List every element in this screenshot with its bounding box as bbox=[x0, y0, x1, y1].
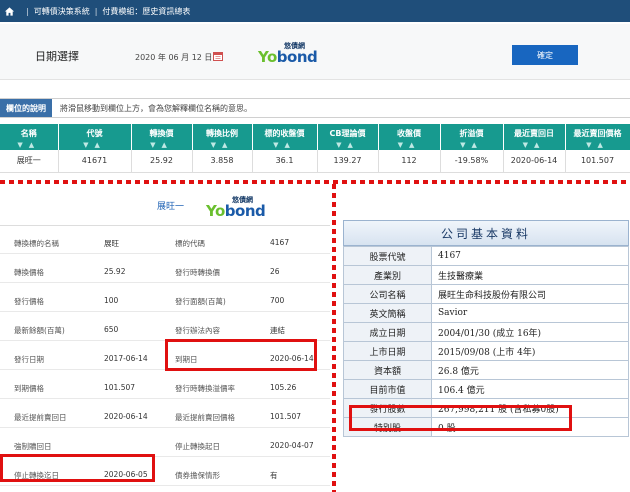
company-row: 股票代號 4167 bbox=[343, 246, 629, 266]
logo-yo-text: Yo bbox=[206, 202, 225, 220]
col-header[interactable]: 最近賣回日 ▼▲ bbox=[503, 124, 566, 150]
bond-table: 名稱 ▼▲ 代號 ▼▲ 轉換價 ▼▲ 轉換比例 ▼▲ 標的收盤價 ▼▲ CB理論價 ▼▲ 收… bbox=[0, 124, 630, 173]
cell-put-price: 101.507 bbox=[565, 150, 630, 173]
date-label: 日期選擇 bbox=[35, 50, 79, 63]
cell-code: 41671 bbox=[58, 150, 132, 173]
col-header[interactable]: 收盤價 ▼▲ bbox=[378, 124, 441, 150]
dotted-divider-vertical bbox=[332, 184, 336, 492]
dotted-divider-horizontal bbox=[0, 180, 630, 184]
company-info-title: 公司基本資料 bbox=[343, 220, 629, 246]
detail-row: 到期價格 101.507 發行時轉換溢價率 105.26 bbox=[0, 375, 330, 399]
date-panel: 日期選擇 2020 年 06 月 12 日 悠債網 Yobond 確定 bbox=[0, 24, 630, 96]
company-row: 上市日期 2015/09/08 (上市 4年) bbox=[343, 341, 629, 361]
logo-bond-text: bond bbox=[276, 48, 318, 66]
column-hint-bar: 欄位的說明 將滑鼠移動到欄位上方，會為您解釋欄位名稱的意思。 bbox=[0, 98, 630, 118]
cell-name[interactable]: 展旺一 bbox=[0, 150, 59, 173]
company-row: 目前市值 106.4 億元 bbox=[343, 379, 629, 399]
highlight-box-stop-conversion bbox=[0, 454, 155, 482]
nav-system-link[interactable]: 可轉債決策系統 bbox=[34, 6, 90, 17]
confirm-button[interactable]: 確定 bbox=[512, 45, 578, 65]
company-row: 產業別 生技醫療業 bbox=[343, 265, 629, 285]
sort-arrows-icon[interactable]: ▼▲ bbox=[132, 141, 192, 149]
top-nav-bar: | 可轉債決策系統 | 付費模組：歷史資訊總表 bbox=[0, 0, 630, 22]
col-header[interactable]: 最近賣回價格 ▼▲ bbox=[565, 124, 630, 150]
home-icon[interactable] bbox=[4, 6, 15, 17]
col-header[interactable]: 名稱 ▼▲ bbox=[0, 124, 59, 150]
detail-row: 轉換價格 25.92 發行時轉換價 26 bbox=[0, 259, 330, 283]
yobond-logo: 悠債網 Yobond bbox=[258, 42, 318, 66]
detail-row: 最近提前賣回日 2020-06-14 最近提前賣回價格 101.507 bbox=[0, 404, 330, 428]
detail-row: 發行價格 100 發行面額(百萬) 700 bbox=[0, 288, 330, 312]
logo-bond-text: bond bbox=[224, 202, 266, 220]
company-row: 公司名稱 展旺生命科技股份有限公司 bbox=[343, 284, 629, 304]
cell-premium: -19.58% bbox=[440, 150, 504, 173]
col-header[interactable]: 轉換比例 ▼▲ bbox=[192, 124, 253, 150]
hint-tag: 欄位的說明 bbox=[0, 99, 52, 117]
sort-arrows-icon[interactable]: ▼▲ bbox=[379, 141, 440, 149]
cell-conversion-price: 25.92 bbox=[131, 150, 193, 173]
sort-arrows-icon[interactable]: ▼▲ bbox=[504, 141, 565, 149]
cell-cb-theory-price: 139.27 bbox=[317, 150, 379, 173]
sort-arrows-icon[interactable]: ▼▲ bbox=[0, 141, 58, 149]
company-row: 資本額 26.8 億元 bbox=[343, 360, 629, 380]
detail-row: 最新餘額(百萬) 650 發行辦法內容 連結 bbox=[0, 317, 330, 341]
prospectus-link[interactable]: 連結 bbox=[270, 325, 285, 336]
sort-arrows-icon[interactable]: ▼▲ bbox=[318, 141, 378, 149]
table-row[interactable]: 展旺一 41671 25.92 3.858 36.1 139.27 112 -1… bbox=[0, 150, 630, 173]
col-header[interactable]: CB理論價 ▼▲ bbox=[317, 124, 379, 150]
sort-arrows-icon[interactable]: ▼▲ bbox=[253, 141, 317, 149]
date-input[interactable]: 2020 年 06 月 12 日 bbox=[135, 52, 212, 63]
nav-separator: | bbox=[26, 6, 29, 16]
col-header[interactable]: 代號 ▼▲ bbox=[58, 124, 132, 150]
company-row: 英文簡稱 Savior bbox=[343, 303, 629, 323]
highlight-box-shares bbox=[349, 405, 572, 431]
yobond-logo: 悠債網 Yobond bbox=[206, 196, 266, 220]
calendar-icon[interactable] bbox=[213, 51, 223, 61]
company-row: 成立日期 2004/01/30 (成立 16年) bbox=[343, 322, 629, 342]
col-header[interactable]: 轉換價 ▼▲ bbox=[131, 124, 193, 150]
highlight-box-maturity bbox=[165, 339, 317, 371]
table-header-row: 名稱 ▼▲ 代號 ▼▲ 轉換價 ▼▲ 轉換比例 ▼▲ 標的收盤價 ▼▲ CB理論價 ▼▲ 收… bbox=[0, 124, 630, 150]
col-header[interactable]: 折溢價 ▼▲ bbox=[440, 124, 504, 150]
sort-arrows-icon[interactable]: ▼▲ bbox=[441, 141, 503, 149]
sort-arrows-icon[interactable]: ▼▲ bbox=[59, 141, 131, 149]
nav-separator: | bbox=[94, 6, 98, 16]
logo-yo-text: Yo bbox=[258, 48, 277, 66]
sort-arrows-icon[interactable]: ▼▲ bbox=[193, 141, 252, 149]
cell-put-date: 2020-06-14 bbox=[503, 150, 566, 173]
col-header[interactable]: 標的收盤價 ▼▲ bbox=[252, 124, 318, 150]
cell-underlying-close: 36.1 bbox=[252, 150, 318, 173]
sort-arrows-icon[interactable]: ▼▲ bbox=[566, 141, 630, 149]
detail-bond-name: 展旺一 bbox=[157, 202, 185, 212]
detail-row: 轉換標的名稱 展旺 標的代碼 4167 bbox=[0, 230, 330, 254]
detail-header: 展旺一 悠債網 Yobond bbox=[0, 190, 330, 226]
cell-close-price: 112 bbox=[378, 150, 441, 173]
hint-text: 將滑鼠移動到欄位上方，會為您解釋欄位名稱的意思。 bbox=[60, 103, 252, 113]
cell-conversion-ratio: 3.858 bbox=[192, 150, 253, 173]
nav-module-link[interactable]: 付費模組：歷史資訊總表 bbox=[102, 6, 190, 17]
